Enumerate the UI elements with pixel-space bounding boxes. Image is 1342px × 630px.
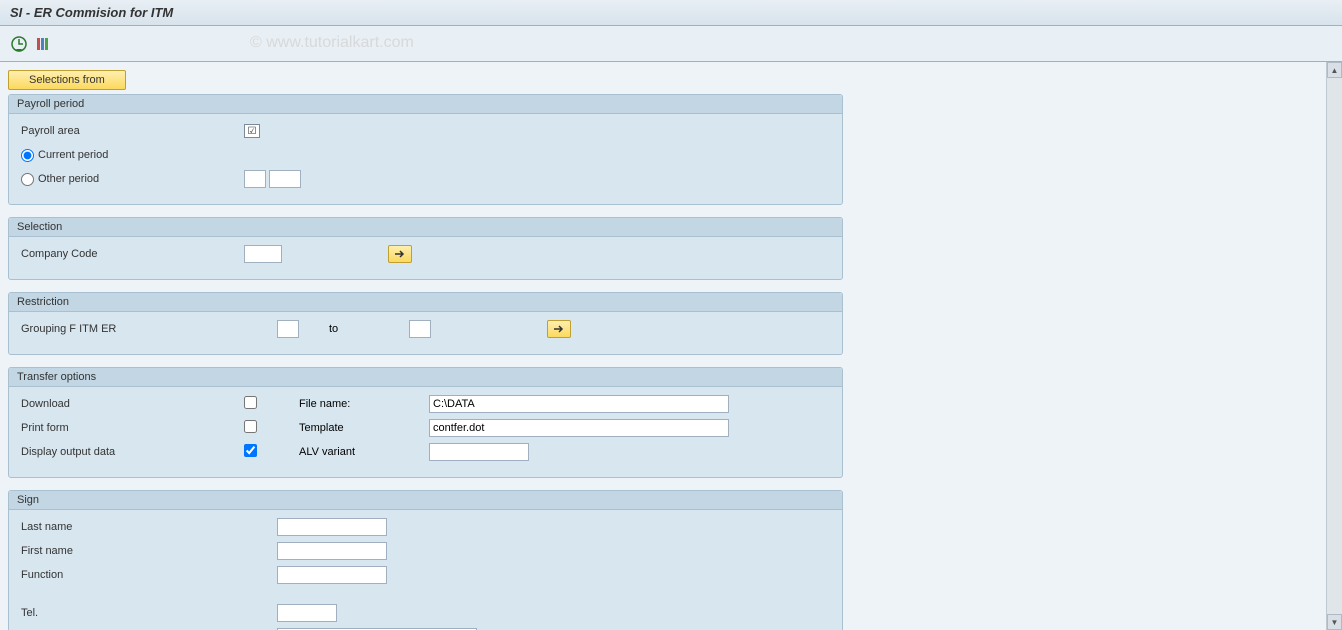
scroll-down-button[interactable]: ▼ [1327,614,1342,630]
group-header-restriction: Restriction [9,293,842,312]
to-label: to [299,323,409,335]
group-header-transfer-options: Transfer options [9,368,842,387]
grouping-multi-select-button[interactable] [547,320,571,338]
watermark: © www.tutorialkart.com [250,34,414,52]
other-period-input-1[interactable] [244,170,266,188]
grouping-to-input[interactable] [409,320,431,338]
display-output-checkbox[interactable] [244,444,257,457]
function-label: Function [19,569,277,581]
variant-icon[interactable] [34,35,52,53]
display-output-label: Display output data [19,446,244,458]
download-label: Download [19,398,244,410]
grouping-from-input[interactable] [277,320,299,338]
group-payroll-period: Payroll period Payroll area ☑ Current pe… [8,94,843,205]
group-selection: Selection Company Code [8,217,843,280]
template-input[interactable] [429,419,729,437]
function-input[interactable] [277,566,387,584]
group-sign: Sign Last name First name Function [8,490,843,630]
file-name-label: File name: [299,398,429,410]
toolbar: © www.tutorialkart.com [0,26,1342,62]
print-form-checkbox[interactable] [244,420,257,433]
tel-label: Tel. [19,607,277,619]
first-name-input[interactable] [277,542,387,560]
current-period-label: Current period [38,149,108,161]
payroll-area-label: Payroll area [19,125,244,137]
group-header-payroll-period: Payroll period [9,95,842,114]
print-form-label: Print form [19,422,244,434]
company-code-multi-select-button[interactable] [388,245,412,263]
grouping-label: Grouping F ITM ER [19,323,277,335]
file-name-input[interactable] [429,395,729,413]
alv-variant-input[interactable] [429,443,529,461]
group-header-sign: Sign [9,491,842,510]
selections-from-button[interactable]: Selections from [8,70,126,90]
group-restriction: Restriction Grouping F ITM ER to [8,292,843,355]
page-title: SI - ER Commision for ITM [0,0,1342,26]
group-header-selection: Selection [9,218,842,237]
vertical-scrollbar[interactable]: ▲ ▼ [1326,62,1342,630]
download-checkbox[interactable] [244,396,257,409]
alv-variant-label: ALV variant [299,446,429,458]
last-name-input[interactable] [277,518,387,536]
first-name-label: First name [19,545,277,557]
radio-other-period[interactable] [21,173,34,186]
execute-icon[interactable] [10,35,28,53]
payroll-area-indicator[interactable]: ☑ [244,124,260,138]
template-label: Template [299,422,429,434]
tel-input[interactable] [277,604,337,622]
other-period-label: Other period [38,173,99,185]
main-panel: Selections from Payroll period Payroll a… [0,62,1326,630]
last-name-label: Last name [19,521,277,533]
company-code-input[interactable] [244,245,282,263]
other-period-input-2[interactable] [269,170,301,188]
group-transfer-options: Transfer options Download File name: Pri… [8,367,843,478]
scroll-up-button[interactable]: ▲ [1327,62,1342,78]
company-code-label: Company Code [19,248,244,260]
radio-current-period[interactable] [21,149,34,162]
